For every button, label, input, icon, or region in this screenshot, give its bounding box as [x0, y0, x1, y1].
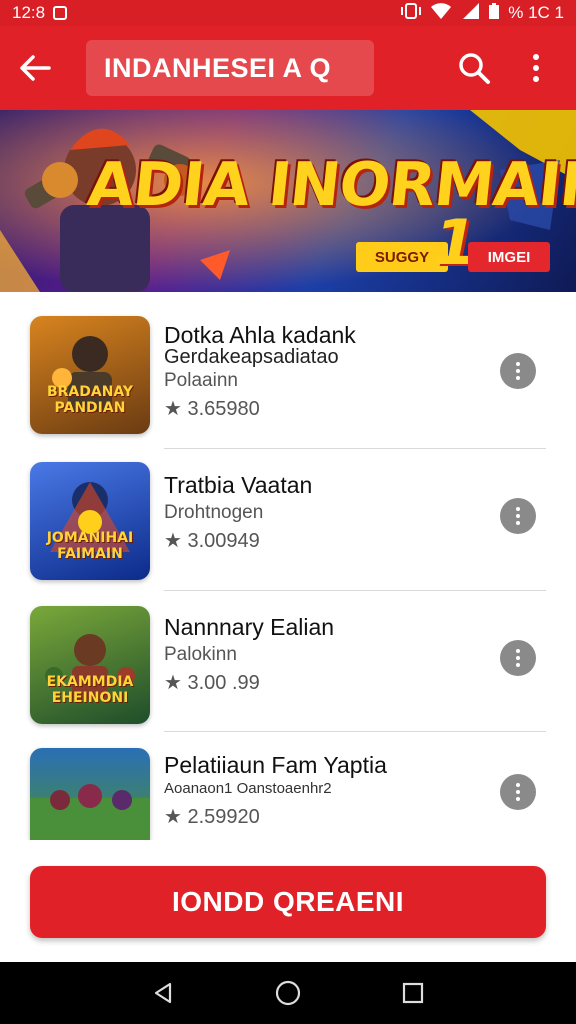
- nav-recents-button[interactable]: [398, 978, 428, 1008]
- item-menu-button[interactable]: [500, 353, 536, 389]
- thumbnail-art: [45, 634, 135, 700]
- rating-value: 3.00 .99: [187, 672, 260, 694]
- more-dot: [516, 369, 520, 373]
- more-dot: [516, 521, 520, 525]
- more-dot: [516, 376, 520, 380]
- star-icon: ★: [164, 398, 182, 420]
- item-category: Polaainn: [164, 370, 238, 391]
- rating-value: 3.65980: [187, 398, 260, 420]
- signal-icon: [460, 2, 480, 25]
- more-dot: [516, 514, 520, 518]
- more-vertical-icon: [516, 507, 520, 511]
- star-icon: ★: [164, 806, 182, 828]
- nav-home-button[interactable]: [273, 978, 303, 1008]
- item-rating: ★ 3.65980: [164, 396, 260, 421]
- circle-home-icon: [275, 980, 301, 1006]
- item-subtitle: Aoanaon1 Oanstoaenhr2: [164, 780, 332, 797]
- item-menu-button[interactable]: [500, 640, 536, 676]
- more-dot: [516, 797, 520, 801]
- more-dot: [533, 76, 539, 82]
- star-icon: ★: [164, 672, 182, 694]
- star-icon: ★: [164, 530, 182, 552]
- item-category: Drohtnogen: [164, 502, 264, 523]
- triangle-back-icon: [154, 982, 171, 1004]
- item-subtitle: Gerdakeapsadiatao: [164, 346, 339, 368]
- more-dot: [516, 790, 520, 794]
- game-thumbnail: BRADANAY PANDIAN: [30, 316, 150, 434]
- status-bar: 12:8 % 1C 1: [0, 0, 576, 26]
- back-button[interactable]: [0, 26, 70, 110]
- more-vertical-icon: [516, 783, 520, 787]
- list-item[interactable]: EKAMMDIA EHEINONI Nannnary Ealian Paloki…: [0, 582, 576, 724]
- search-field-text: INDANHESEI A Q: [104, 52, 332, 83]
- more-vertical-icon: [516, 362, 520, 366]
- item-menu-button[interactable]: [500, 774, 536, 810]
- item-category: Palokinn: [164, 644, 237, 665]
- item-title: Dotka Ahla kadank: [164, 322, 356, 348]
- search-icon: [459, 53, 490, 84]
- arrow-left-icon: [20, 55, 51, 81]
- square-recents-icon: [403, 982, 424, 1004]
- status-time: 12:8: [12, 3, 46, 22]
- banner-title: ADIA INORMAIN: [84, 150, 576, 220]
- thumbnail-caption: JOMANIHAI FAIMAIN: [46, 530, 134, 562]
- wifi-icon: [430, 2, 452, 25]
- status-right: % 1C 1: [400, 2, 564, 25]
- app-bar: INDANHESEI A Q: [0, 26, 576, 110]
- list-item[interactable]: BRADANAY PANDIAN Dotka Ahla kadank Gerda…: [0, 292, 576, 434]
- item-title: Tratbia Vaatan: [164, 472, 313, 498]
- search-button[interactable]: [454, 48, 494, 88]
- thumbnail-caption: BRADANAY PANDIAN: [46, 384, 134, 416]
- thumbnail-art: [52, 336, 112, 412]
- promo-banner[interactable]: ADIA INORMAIN SUGGY 1 IMGEI: [0, 110, 576, 292]
- item-title: Nannnary Ealian: [164, 614, 335, 640]
- status-right-text: % 1C 1: [508, 3, 564, 22]
- game-thumbnail: JOMANIHAI FAIMAIN: [30, 462, 150, 580]
- primary-action-button[interactable]: IONDD QREAENI: [30, 866, 546, 938]
- game-thumbnail: [30, 748, 150, 840]
- item-title: Pelatiiaun Fam Yaptia: [164, 752, 387, 778]
- more-dot: [516, 656, 520, 660]
- more-vertical-icon: [516, 649, 520, 653]
- item-rating: ★ 3.00949: [164, 528, 260, 553]
- game-thumbnail: EKAMMDIA EHEINONI: [30, 606, 150, 724]
- thumbnail-caption: EKAMMDIA EHEINONI: [46, 674, 134, 706]
- status-left: 12:8: [12, 3, 68, 23]
- item-rating: ★ 3.00 .99: [164, 670, 260, 695]
- item-menu-button[interactable]: [500, 498, 536, 534]
- banner-tag-right: IMGEI: [468, 242, 550, 272]
- list-item[interactable]: JOMANIHAI FAIMAIN Tratbia Vaatan Drohtno…: [0, 438, 576, 580]
- vibrate-icon: [400, 2, 422, 25]
- list-item[interactable]: Pelatiiaun Fam Yaptia Aoanaon1 Oanstoaen…: [0, 724, 576, 840]
- system-nav-bar: [0, 962, 576, 1024]
- more-options-button[interactable]: [524, 48, 548, 88]
- rating-value: 3.00949: [187, 530, 260, 552]
- rating-value: 2.59920: [187, 806, 260, 828]
- nav-back-button[interactable]: [148, 978, 178, 1008]
- thumbnail-art: [50, 482, 130, 552]
- search-field[interactable]: INDANHESEI A Q: [86, 40, 374, 96]
- thumbnail-art: [30, 784, 150, 840]
- more-vertical-icon: [533, 54, 539, 60]
- notification-icon: [53, 6, 68, 20]
- more-dot: [533, 65, 539, 71]
- battery-icon: [488, 2, 500, 25]
- more-dot: [516, 663, 520, 667]
- item-rating: ★ 2.59920: [164, 804, 260, 829]
